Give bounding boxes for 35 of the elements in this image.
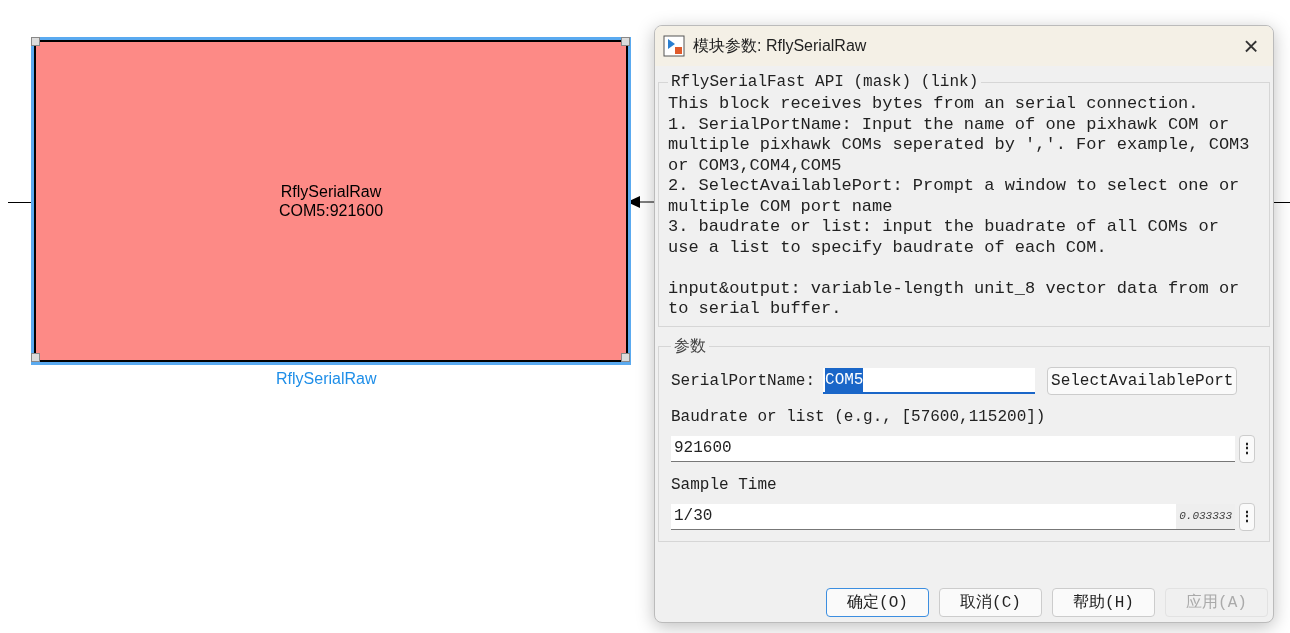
signal-line <box>1274 202 1290 203</box>
block-icon <box>663 35 685 57</box>
panel-title: 参数 <box>673 336 707 358</box>
dialog-button[interactable]: 帮助(H) <box>1052 588 1155 617</box>
field-value: 1/30 <box>674 506 713 527</box>
field-value: 921600 <box>674 438 732 459</box>
description-text: 3. baudrate or list: input the buadrate of all COMs or use a list to specify baudrate of each COM. <box>668 217 1220 258</box>
options-button[interactable]: ⋮ <box>1239 502 1255 531</box>
resize-handle[interactable] <box>621 353 630 362</box>
description-text: 1. SerialPortName: Input the name of one pixhawk COM or multiple pixhawk COMs seperated by ','. For example, COM3 or COM3,COM4,COM5 <box>668 114 1251 176</box>
resize-handle[interactable] <box>31 353 40 362</box>
description-text: This block receives bytes from an serial connection. <box>668 94 1200 115</box>
panel-title: RflySerialFast API (mask) (link) <box>670 72 980 93</box>
resize-handle[interactable] <box>621 37 630 46</box>
field-label: Sample Time <box>671 474 778 496</box>
evaluated-value: 0.033333 <box>1176 503 1235 529</box>
dialog-button[interactable]: 取消(C) <box>939 588 1042 617</box>
select-port-button[interactable]: SelectAvailablePort <box>1047 366 1238 395</box>
resize-handle[interactable] <box>31 37 40 46</box>
selected-text: COM5 <box>825 367 864 392</box>
block-caption: RflySerialRaw <box>276 369 377 389</box>
text-field[interactable]: COM5 <box>823 367 1036 394</box>
block-label: RflySerialRaw <box>280 182 382 201</box>
dialog-button[interactable]: 确定(O) <box>826 588 929 617</box>
field-label: Baudrate or list (e.g., [57600,115200]) <box>671 406 1047 428</box>
block-label: COM5:921600 <box>278 201 384 220</box>
field-label: SerialPortName: <box>671 370 816 392</box>
close-button[interactable]: × <box>1237 32 1265 60</box>
subsystem-block[interactable]: RflySerialRaw COM5:921600 <box>34 40 628 362</box>
description-text: input&output: variable-length unit_8 vector data from or to serial buffer. <box>668 278 1241 320</box>
text-field[interactable]: 1/30 0.033333 <box>671 503 1235 530</box>
window-title: 模块参数: RflySerialRaw <box>693 36 868 56</box>
options-button[interactable]: ⋮ <box>1239 434 1255 463</box>
text-field[interactable]: 921600 <box>671 435 1235 462</box>
description-text: 2. SelectAvailablePort: Prompt a window to select one or multiple COM port name <box>668 176 1241 217</box>
